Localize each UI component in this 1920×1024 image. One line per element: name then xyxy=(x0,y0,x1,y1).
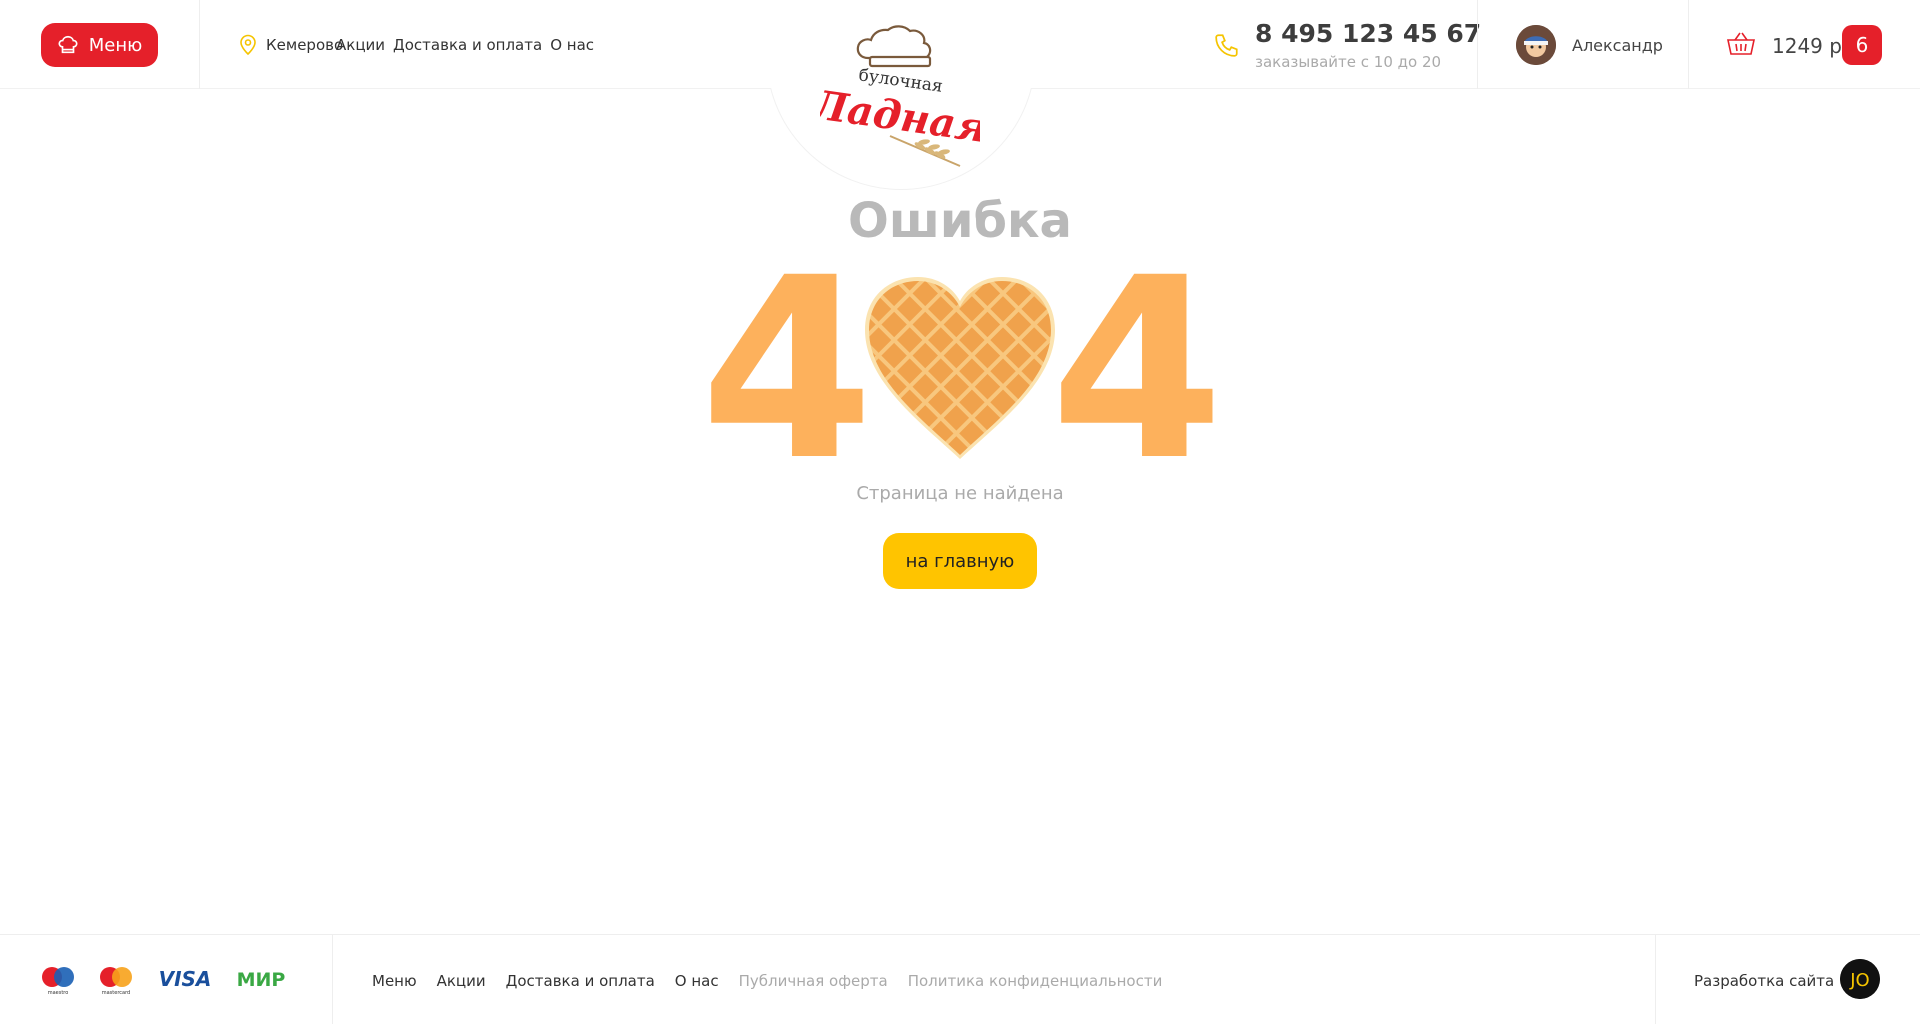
footer-nav-offer[interactable]: Публичная оферта xyxy=(739,972,888,990)
basket-icon[interactable] xyxy=(1726,30,1756,58)
error-digit-left: 4 xyxy=(700,224,874,515)
svg-text:VISA: VISA xyxy=(159,967,212,991)
error-digit-right: 4 xyxy=(1050,224,1224,515)
phone-number[interactable]: 8 495 123 45 67 xyxy=(1255,19,1481,48)
maestro-icon: maestro xyxy=(42,967,74,996)
location-pin-icon xyxy=(240,34,256,56)
divider xyxy=(199,0,200,89)
site-footer: maestro mastercard VISA МИР Меню Акции Д… xyxy=(0,934,1920,1024)
phone-icon xyxy=(1215,34,1238,57)
nav-item-promotions[interactable]: Акции xyxy=(336,36,385,54)
svg-text:mastercard: mastercard xyxy=(102,990,130,996)
page-title: Ошибка xyxy=(848,193,1072,249)
footer-nav-delivery[interactable]: Доставка и оплата xyxy=(506,972,655,990)
waffle-heart-icon xyxy=(865,277,1055,459)
footer-nav-privacy[interactable]: Политика конфиденциальности xyxy=(908,972,1163,990)
avatar[interactable] xyxy=(1516,25,1556,65)
footer-nav: Меню Акции Доставка и оплата О нас Публи… xyxy=(372,972,1162,990)
menu-button[interactable]: Меню xyxy=(41,23,158,67)
header-nav: Акции Доставка и оплата О нас xyxy=(336,36,594,54)
mastercard-icon: mastercard xyxy=(100,967,132,996)
error-code-404: 4 4 xyxy=(700,245,1224,495)
visa-icon: VISA xyxy=(159,967,212,991)
divider xyxy=(1688,0,1689,89)
basket-count-badge[interactable]: 6 xyxy=(1842,25,1882,65)
logo-text-main: Ладная xyxy=(820,81,980,152)
menu-button-label: Меню xyxy=(88,34,143,56)
user-avatar-icon xyxy=(1516,25,1556,65)
footer-nav-about[interactable]: О нас xyxy=(675,972,719,990)
footer-nav-promotions[interactable]: Акции xyxy=(437,972,486,990)
bakery-logo[interactable]: булочная Ладная xyxy=(820,18,980,168)
mir-icon: МИР xyxy=(237,969,286,991)
divider xyxy=(1655,935,1656,1024)
chef-hat-icon xyxy=(58,35,78,54)
nav-item-about[interactable]: О нас xyxy=(550,36,594,54)
svg-text:JO: JO xyxy=(1849,970,1869,991)
username[interactable]: Александр xyxy=(1572,36,1663,55)
nav-item-delivery[interactable]: Доставка и оплата xyxy=(393,36,542,54)
basket-sum[interactable]: 1249 р xyxy=(1772,34,1842,58)
city-selector[interactable]: Кемерово xyxy=(238,34,343,56)
footer-nav-menu[interactable]: Меню xyxy=(372,972,417,990)
developer-logo-icon[interactable]: JO xyxy=(1840,959,1880,999)
error-subtitle: Страница не найдена xyxy=(856,483,1064,504)
svg-text:maestro: maestro xyxy=(48,990,69,996)
home-button[interactable]: на главную xyxy=(883,533,1037,589)
divider xyxy=(1477,0,1478,89)
divider xyxy=(332,935,333,1024)
svg-text:МИР: МИР xyxy=(237,969,286,991)
city-label: Кемерово xyxy=(266,36,344,54)
phone-hours: заказывайте с 10 до 20 xyxy=(1255,53,1442,71)
developer-label[interactable]: Разработка сайта xyxy=(1694,972,1834,990)
